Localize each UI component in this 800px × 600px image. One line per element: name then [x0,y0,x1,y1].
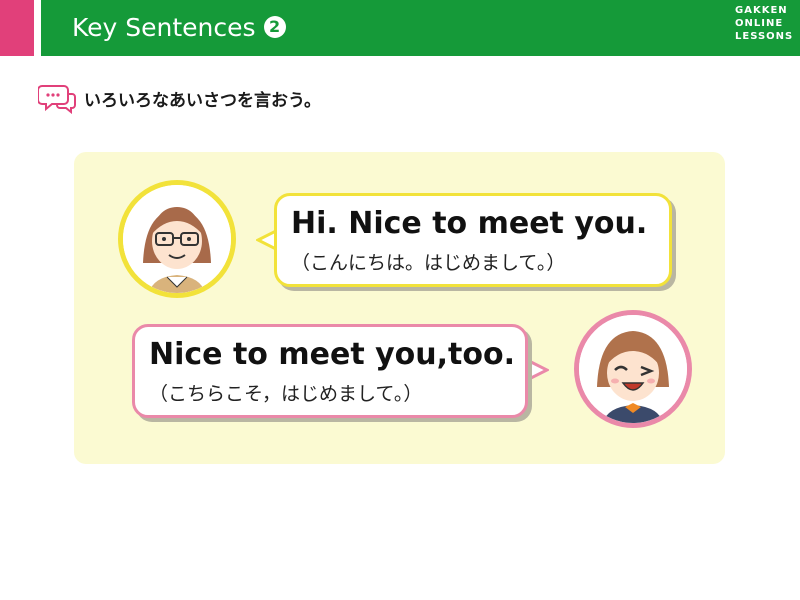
brand-line-1: GAKKEN [735,5,788,16]
teacher-avatar [118,180,236,298]
student-face-icon [579,315,687,423]
page-title-text: Key Sentences [72,13,256,42]
student-japanese-line: （こちらこそ，はじめまして。） [149,383,423,405]
section-number-badge: 2 [263,16,286,38]
brand-line-2: ONLINE [735,18,784,29]
instruction-text: いろいろなあいさつを言おう。 [84,91,321,111]
teacher-face-icon [123,185,231,293]
brand-logo: GAKKEN ONLINE LESSONS [735,4,795,43]
header-accent-strip [0,0,34,56]
teacher-japanese-line: （こんにちは。はじめまして。） [291,252,566,274]
bubble-tail-right [526,358,549,382]
teacher-speech-bubble: Hi. Nice to meet you. （こんにちは。はじめまして。） [274,193,672,287]
header-bar: Key Sentences 2 GAKKEN ONLINE LESSONS [0,0,800,56]
page-title: Key Sentences 2 [72,8,286,48]
teacher-english-line: Hi. Nice to meet you. [291,206,648,241]
student-english-line: Nice to meet you,too. [149,337,515,372]
speech-bubbles-icon [38,85,76,114]
student-speech-bubble: Nice to meet you,too. （こちらこそ，はじめまして。） [132,324,528,418]
header-divider [34,0,41,56]
brand-line-3: LESSONS [735,31,794,42]
student-avatar [574,310,692,428]
